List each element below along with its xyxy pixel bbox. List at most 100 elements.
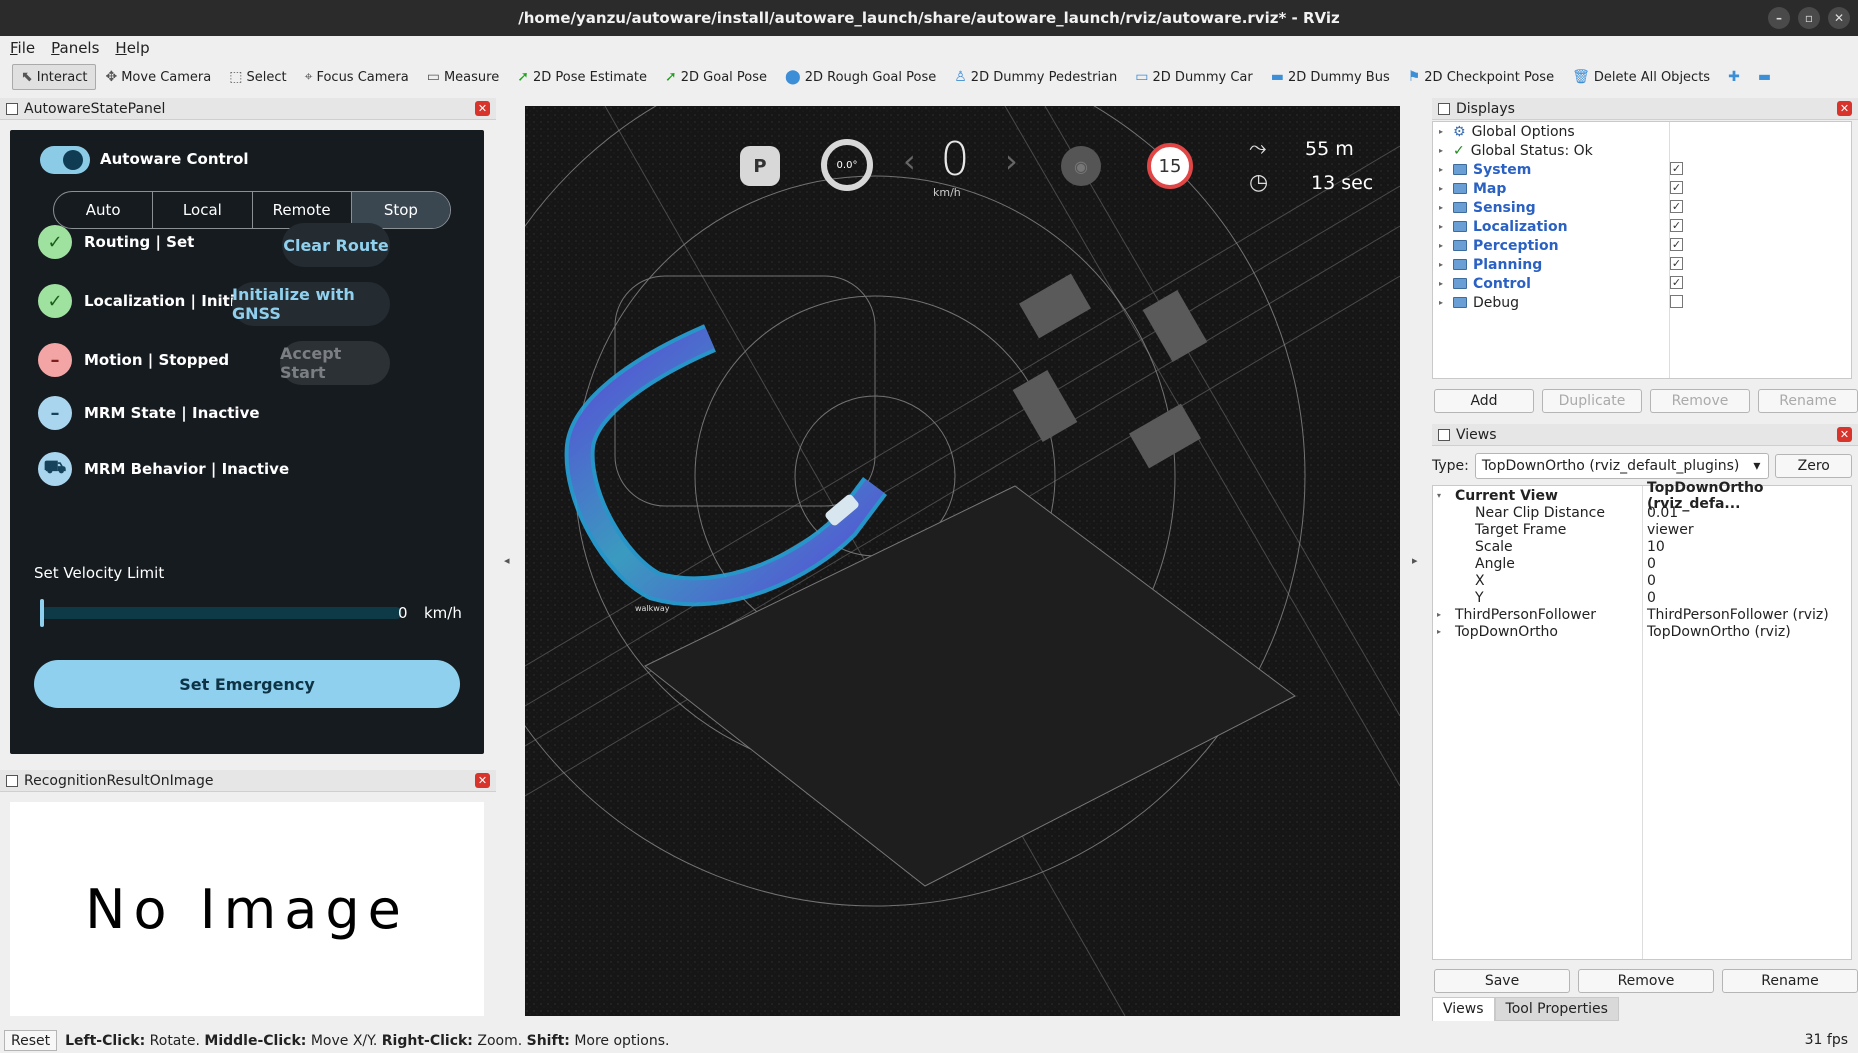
close-icon[interactable]: ✕	[1837, 101, 1852, 116]
tool-delete-all-objects[interactable]: 🗑 Delete All Objects	[1563, 64, 1719, 90]
expand-icon[interactable]: ▸	[1439, 127, 1447, 136]
expand-icon[interactable]: ▸	[1439, 203, 1447, 212]
prop-angle[interactable]: Angle 0	[1433, 555, 1847, 572]
maximize-button[interactable]: ▫	[1798, 7, 1820, 29]
velocity-slider-handle[interactable]	[40, 599, 44, 627]
autoware-control-toggle[interactable]	[40, 146, 90, 174]
add-display-button[interactable]: Add	[1434, 389, 1534, 413]
tool-2d-goal-pose[interactable]: ➚ 2D Goal Pose	[656, 64, 776, 90]
tool-2d-dummy-bus[interactable]: ▬ 2D Dummy Bus	[1262, 64, 1399, 90]
collapse-right-icon[interactable]: ▸	[1412, 554, 1418, 567]
saved-view-third-person[interactable]: ▸ ThirdPersonFollower ThirdPersonFollowe…	[1437, 606, 1847, 623]
menu-bar: File Panels Help	[0, 36, 1858, 60]
tool-focus-camera[interactable]: ⌖ Focus Camera	[296, 64, 418, 90]
prop-near-clip[interactable]: Near Clip Distance 0.01	[1433, 504, 1847, 521]
saved-view-top-down[interactable]: ▸ TopDownOrtho TopDownOrtho (rviz)	[1437, 623, 1847, 640]
expand-icon[interactable]: ▸	[1439, 279, 1447, 288]
car-icon: ▭	[1135, 69, 1149, 85]
title-bar: /home/yanzu/autoware/install/autoware_la…	[0, 0, 1858, 36]
display-item-sensing[interactable]: ▸ Sensing	[1439, 198, 1536, 217]
menu-file[interactable]: File	[10, 39, 35, 57]
accept-start-button[interactable]: Accept Start	[280, 341, 390, 385]
display-item-perception[interactable]: ▸ Perception	[1439, 236, 1559, 255]
display-item-map[interactable]: ▸ Map	[1439, 179, 1506, 198]
prop-x[interactable]: X 0	[1433, 572, 1847, 589]
expand-icon[interactable]: ▸	[1437, 610, 1445, 619]
tool-2d-rough-goal-pose[interactable]: ⬤ 2D Rough Goal Pose	[776, 64, 945, 90]
display-item-system[interactable]: ▸ System	[1439, 160, 1531, 179]
clear-route-button[interactable]: Clear Route	[282, 223, 390, 267]
current-view-row[interactable]: ▾ Current View TopDownOrtho (rviz_defa..…	[1437, 480, 1847, 512]
system-checkbox[interactable]: ✓	[1670, 162, 1683, 175]
sensing-checkbox[interactable]: ✓	[1670, 200, 1683, 213]
close-icon[interactable]: ✕	[1837, 427, 1852, 442]
expand-icon[interactable]: ▸	[1439, 165, 1447, 174]
ruler-icon: ▭	[426, 69, 440, 85]
zero-button[interactable]: Zero	[1775, 454, 1852, 478]
display-item-localization[interactable]: ▸ Localization	[1439, 217, 1568, 236]
localization-checkbox[interactable]: ✓	[1670, 219, 1683, 232]
tool-2d-dummy-pedestrian[interactable]: ♙ 2D Dummy Pedestrian	[945, 64, 1126, 90]
expand-icon[interactable]: ▸	[1437, 627, 1445, 636]
expand-icon[interactable]: ▸	[1439, 222, 1447, 231]
display-item-global-status[interactable]: ▸ ✓ Global Status: Ok	[1439, 141, 1593, 160]
menu-panels[interactable]: Panels	[51, 39, 99, 57]
tab-views[interactable]: Views	[1432, 997, 1495, 1021]
remove-view-button[interactable]: Remove	[1578, 969, 1714, 993]
tool-move-camera[interactable]: ✥ Move Camera	[96, 64, 220, 90]
display-item-debug[interactable]: ▸ Debug	[1439, 293, 1519, 312]
expand-icon[interactable]: ▸	[1439, 241, 1447, 250]
minimize-button[interactable]: –	[1768, 7, 1790, 29]
display-item-control[interactable]: ▸ Control	[1439, 274, 1531, 293]
menu-help[interactable]: Help	[115, 39, 149, 57]
initialize-gnss-button[interactable]: Initialize with GNSS	[232, 282, 390, 326]
bottom-tabs: Views Tool Properties	[1432, 997, 1619, 1021]
perception-checkbox[interactable]: ✓	[1670, 238, 1683, 251]
collapse-left-icon[interactable]: ◂	[504, 554, 510, 567]
planning-checkbox[interactable]: ✓	[1670, 257, 1683, 270]
set-emergency-button[interactable]: Set Emergency	[34, 660, 460, 708]
remove-tool-button[interactable]: ▬	[1749, 64, 1780, 90]
remove-display-button[interactable]: Remove	[1650, 389, 1750, 413]
expand-icon[interactable]: ▾	[1437, 491, 1445, 500]
view-type-row: Type: TopDownOrtho (rviz_default_plugins…	[1432, 452, 1852, 480]
mode-auto-button[interactable]: Auto	[54, 192, 154, 228]
display-item-planning[interactable]: ▸ Planning	[1439, 255, 1542, 274]
close-button[interactable]: ✕	[1828, 7, 1850, 29]
map-checkbox[interactable]: ✓	[1670, 181, 1683, 194]
save-view-button[interactable]: Save	[1434, 969, 1570, 993]
close-icon[interactable]: ✕	[475, 101, 490, 116]
debug-checkbox[interactable]	[1670, 295, 1683, 308]
green-arrow-icon: ➚	[665, 69, 677, 85]
duplicate-display-button[interactable]: Duplicate	[1542, 389, 1642, 413]
display-item-global-options[interactable]: ▸ ⚙ Global Options	[1439, 122, 1575, 141]
tool-select[interactable]: ⬚ Select	[220, 64, 295, 90]
prop-scale[interactable]: Scale 10	[1433, 538, 1847, 555]
prop-y[interactable]: Y 0	[1433, 589, 1847, 606]
rename-display-button[interactable]: Rename	[1758, 389, 1858, 413]
tool-interact[interactable]: ⬉ Interact	[12, 64, 97, 90]
expand-icon[interactable]: ▸	[1439, 298, 1447, 307]
control-checkbox[interactable]: ✓	[1670, 276, 1683, 289]
tool-2d-dummy-car[interactable]: ▭ 2D Dummy Car	[1126, 64, 1261, 90]
panel-icon	[6, 774, 18, 787]
close-icon[interactable]: ✕	[475, 773, 490, 788]
prop-target-frame[interactable]: Target Frame viewer	[1433, 521, 1847, 538]
expand-icon[interactable]: ▸	[1439, 184, 1447, 193]
tool-2d-pose-estimate[interactable]: ➚ 2D Pose Estimate	[508, 64, 656, 90]
rename-view-button[interactable]: Rename	[1722, 969, 1858, 993]
expand-icon[interactable]: ▸	[1439, 146, 1447, 155]
velocity-limit-slider[interactable]	[40, 607, 402, 619]
tool-2d-checkpoint-pose[interactable]: ⚑ 2D Checkpoint Pose	[1399, 64, 1563, 90]
add-tool-button[interactable]: ✚	[1719, 64, 1749, 90]
mode-local-button[interactable]: Local	[153, 192, 253, 228]
expand-icon[interactable]: ▸	[1439, 260, 1447, 269]
view-type-select[interactable]: TopDownOrtho (rviz_default_plugins) ▾	[1474, 453, 1770, 479]
pedestrian-icon: ♙	[954, 69, 967, 85]
reset-button[interactable]: Reset	[4, 1030, 58, 1051]
tool-measure[interactable]: ▭ Measure	[418, 64, 508, 90]
tab-tool-properties[interactable]: Tool Properties	[1494, 997, 1619, 1021]
folder-icon	[1453, 278, 1467, 289]
render-viewport[interactable]: walkway P 0.0° ‹ 0 km/h › ◉ 15 ⤳ 55 m ◷ …	[525, 106, 1400, 1016]
traffic-light-icon: ◉	[1061, 146, 1101, 186]
